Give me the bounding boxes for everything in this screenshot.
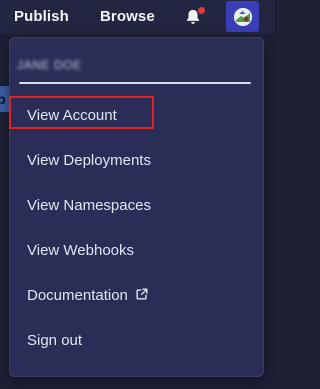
avatar: [234, 8, 252, 26]
user-display-name: JANE DOE: [17, 58, 82, 72]
user-menu-button[interactable]: [226, 1, 259, 32]
menu-item-sign-out[interactable]: Sign out: [27, 331, 82, 351]
external-link-icon: [136, 288, 148, 300]
menu-divider: [19, 82, 251, 84]
nav-publish-link[interactable]: Publish: [14, 7, 69, 27]
menu-item-documentation-label: Documentation: [27, 287, 128, 304]
menu-item-view-webhooks[interactable]: View Webhooks: [27, 241, 134, 261]
menu-item-view-namespaces[interactable]: View Namespaces: [27, 196, 151, 216]
menu-item-view-account[interactable]: View Account: [27, 106, 117, 126]
notification-indicator: [198, 7, 205, 14]
top-navbar: Publish Browse: [0, 0, 275, 34]
menu-item-documentation[interactable]: Documentation: [27, 286, 149, 306]
avatar-image: [234, 8, 252, 26]
nav-browse-link[interactable]: Browse: [100, 7, 155, 27]
menu-item-view-deployments[interactable]: View Deployments: [27, 151, 151, 171]
background-content-text: p: [0, 91, 6, 107]
